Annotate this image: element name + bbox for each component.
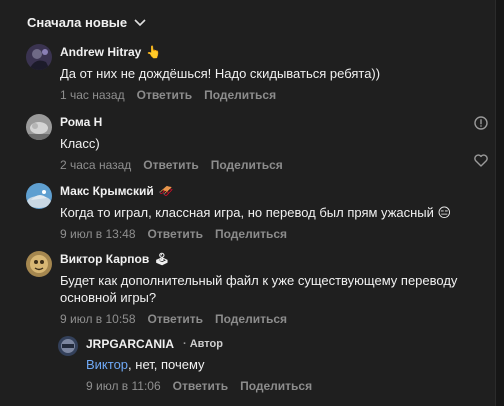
reply-button[interactable]: Ответить	[137, 87, 192, 103]
sort-label: Сначала новые	[27, 15, 128, 30]
comment-time[interactable]: 9 июл в 13:48	[60, 226, 136, 242]
avatar[interactable]	[26, 44, 52, 70]
comment-author[interactable]: Макс Крымский 🛷	[60, 183, 484, 199]
reply-button[interactable]: Ответить	[143, 157, 198, 173]
share-button[interactable]: Поделиться	[204, 87, 276, 103]
author-emoji: 👆	[146, 45, 162, 59]
comment-text: Будет как дополнительный файл к уже суще…	[60, 273, 458, 305]
reply-button[interactable]: Ответить	[148, 311, 203, 327]
reply-button[interactable]: Ответить	[148, 226, 203, 242]
comment-text: Да от них не дождёшься! Надо скидываться…	[60, 66, 381, 81]
text-emoji: 😑	[437, 205, 452, 220]
share-button[interactable]: Поделиться	[215, 226, 287, 242]
comment-text: Виктор, нет, почему	[86, 357, 205, 372]
author-badge: · Автор	[183, 338, 223, 350]
comment-author[interactable]: Andrew Hitray 👆	[60, 44, 484, 60]
comment-time[interactable]: 9 июл в 10:58	[60, 311, 136, 327]
report-icon[interactable]	[474, 116, 488, 135]
avatar[interactable]	[26, 251, 52, 277]
chevron-down-icon	[134, 18, 146, 27]
author-emoji: 🕹	[154, 252, 170, 266]
like-heart-icon[interactable]	[474, 154, 488, 172]
share-button[interactable]: Поделиться	[211, 157, 283, 173]
mention-link[interactable]: Виктор	[86, 357, 128, 372]
comment-text: Когда то играл, классная игра, но перево…	[60, 205, 452, 220]
comment-time[interactable]: 9 июл в 11:06	[86, 378, 161, 394]
author-emoji: 🛷	[158, 184, 174, 198]
comment-time[interactable]: 1 час назад	[60, 87, 125, 103]
reply-button[interactable]: Ответить	[173, 378, 228, 394]
scrollbar-track[interactable]	[495, 0, 504, 406]
avatar[interactable]	[26, 114, 52, 140]
share-button[interactable]: Поделиться	[215, 311, 287, 327]
avatar[interactable]	[58, 336, 78, 356]
comment-author[interactable]: Рома Н	[60, 114, 484, 130]
sort-dropdown[interactable]: Сначала новые	[27, 15, 146, 30]
comment-time[interactable]: 2 часа назад	[60, 157, 131, 173]
share-button[interactable]: Поделиться	[240, 378, 312, 394]
comment-author[interactable]: Виктор Карпов 🕹	[60, 251, 484, 267]
dot-icon: ·	[183, 338, 187, 350]
comment-text: Класс)	[60, 136, 100, 151]
avatar[interactable]	[26, 183, 52, 209]
comment-author[interactable]: JRPGARCANIA · Автор	[86, 336, 484, 352]
